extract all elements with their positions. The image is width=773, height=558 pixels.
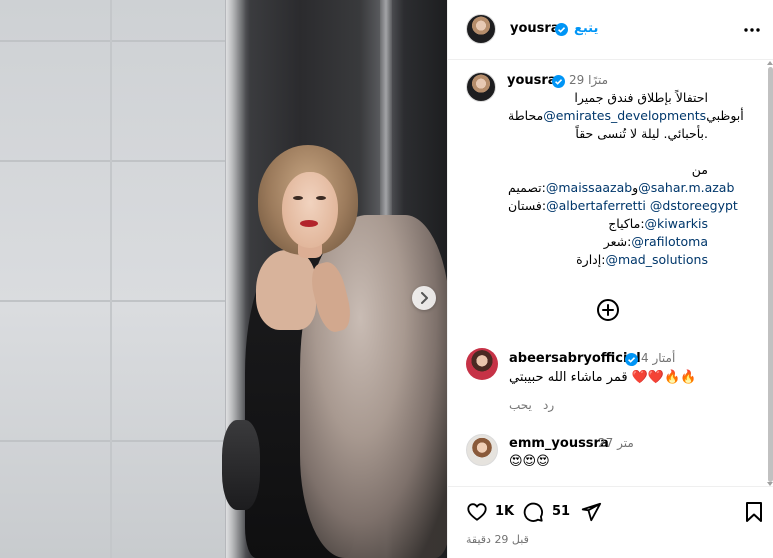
- comment-username[interactable]: abeersabryofficial: [509, 351, 641, 366]
- caption-line: محاطة@emirates_developmentsأبوظبي: [508, 107, 744, 125]
- caption-text: احتفالاً بإطلاق فندق جميرا محاطة@emirate…: [508, 89, 744, 269]
- likes-count[interactable]: 1K: [495, 504, 514, 519]
- author-username[interactable]: yousra: [510, 21, 560, 36]
- scroll-up-arrow-icon[interactable]: [767, 61, 773, 65]
- mention-link[interactable]: @sahar.m.azab: [638, 180, 734, 195]
- share-icon[interactable]: [580, 501, 602, 523]
- photo-eye: [293, 196, 303, 200]
- credit-label: إدارة:: [576, 252, 606, 267]
- comment-reply-button[interactable]: رد: [543, 398, 554, 412]
- mention-link[interactable]: @mad_solutions: [605, 252, 708, 267]
- post-photo: [0, 0, 447, 558]
- comment-like-button[interactable]: يحب: [509, 398, 532, 412]
- verified-badge-icon: [555, 23, 568, 36]
- credits-from: من: [691, 162, 708, 177]
- tile-line: [0, 440, 225, 442]
- photo-glove: [222, 420, 260, 510]
- avatar[interactable]: [466, 348, 498, 380]
- verified-badge-icon: [625, 353, 638, 366]
- credit-label: تصميم:: [508, 180, 546, 195]
- post-age[interactable]: قبل 29 دقيقة: [466, 533, 529, 546]
- load-more-comments-icon[interactable]: [596, 298, 620, 322]
- post-header: yousra يتبع: [448, 0, 773, 60]
- comment-icon[interactable]: [522, 501, 544, 523]
- photo-shoulder: [256, 250, 316, 330]
- comment-timestamp[interactable]: 4 أمتار: [641, 351, 675, 365]
- avatar[interactable]: [466, 72, 496, 102]
- more-options-icon[interactable]: [742, 23, 762, 37]
- comment-timestamp[interactable]: 27 متر: [598, 436, 634, 450]
- comment-text: قمر ماشاء الله حبيبتي ❤️❤️🔥🔥: [509, 370, 697, 385]
- caption-word: محاطة: [508, 108, 544, 123]
- heart-icon[interactable]: [466, 501, 488, 523]
- caption-timestamp[interactable]: 29 مترًا: [569, 73, 608, 87]
- comment-text: 😍😍😍: [509, 454, 550, 469]
- credits-management: إدارة:@mad_solutions: [508, 251, 708, 269]
- caption-line: بأحبائي. ليلة لا تُنسى حقاً.: [575, 126, 708, 141]
- credits-design: تصميم:@maissaazabو@sahar.m.azab: [508, 179, 734, 197]
- mention-link[interactable]: @emirates_developments: [543, 108, 706, 123]
- avatar[interactable]: [466, 434, 498, 466]
- tile-line: [0, 160, 225, 162]
- credits-hair: شعر:@rafilotoma: [508, 233, 708, 251]
- photo-eye: [316, 196, 326, 200]
- photo-face: [282, 172, 338, 248]
- credits-makeup: ماكياج:@kiwarkis: [508, 215, 708, 233]
- chevron-right-icon: [421, 292, 428, 304]
- mention-link[interactable]: @kiwarkis: [645, 216, 708, 231]
- action-bar: 1K 51 قبل 29 دقيقة: [448, 486, 773, 558]
- credit-label: شعر:: [603, 234, 632, 249]
- comment-username[interactable]: emm_youssra: [509, 436, 609, 451]
- mention-link[interactable]: @dstoreegypt: [650, 198, 738, 213]
- caption-line: احتفالاً بإطلاق فندق جميرا: [574, 90, 708, 105]
- avatar[interactable]: [466, 14, 496, 44]
- comments-scroll-area[interactable]: yousra 29 مترًا احتفالاً بإطلاق فندق جمي…: [448, 61, 773, 486]
- scrollbar-thumb[interactable]: [768, 67, 773, 482]
- photo-wall: [0, 0, 225, 558]
- mention-link[interactable]: @albertaferretti: [546, 198, 646, 213]
- caption-username[interactable]: yousra: [507, 73, 557, 88]
- mention-link[interactable]: @maissaazab: [546, 180, 632, 195]
- caption-word: أبوظبي: [706, 108, 744, 123]
- credits-dress: فستان:@albertaferretti @dstoreegypt: [508, 197, 738, 215]
- tile-line: [0, 300, 225, 302]
- credit-label: فستان:: [508, 198, 547, 213]
- verified-badge-icon: [552, 75, 565, 88]
- tile-line: [0, 40, 225, 42]
- follow-button[interactable]: يتبع: [574, 21, 598, 36]
- comments-count[interactable]: 51: [552, 504, 570, 519]
- mention-link[interactable]: @rafilotoma: [631, 234, 708, 249]
- post-panel: yousra يتبع yousra 29 مترًا احتفالاً بإط…: [447, 0, 773, 558]
- tile-line: [110, 0, 112, 558]
- comments-scrollbar[interactable]: [766, 61, 773, 486]
- photo-lips: [300, 220, 318, 227]
- bookmark-icon[interactable]: [744, 501, 764, 523]
- next-photo-button[interactable]: [412, 286, 436, 310]
- credit-label: ماكياج:: [608, 216, 645, 231]
